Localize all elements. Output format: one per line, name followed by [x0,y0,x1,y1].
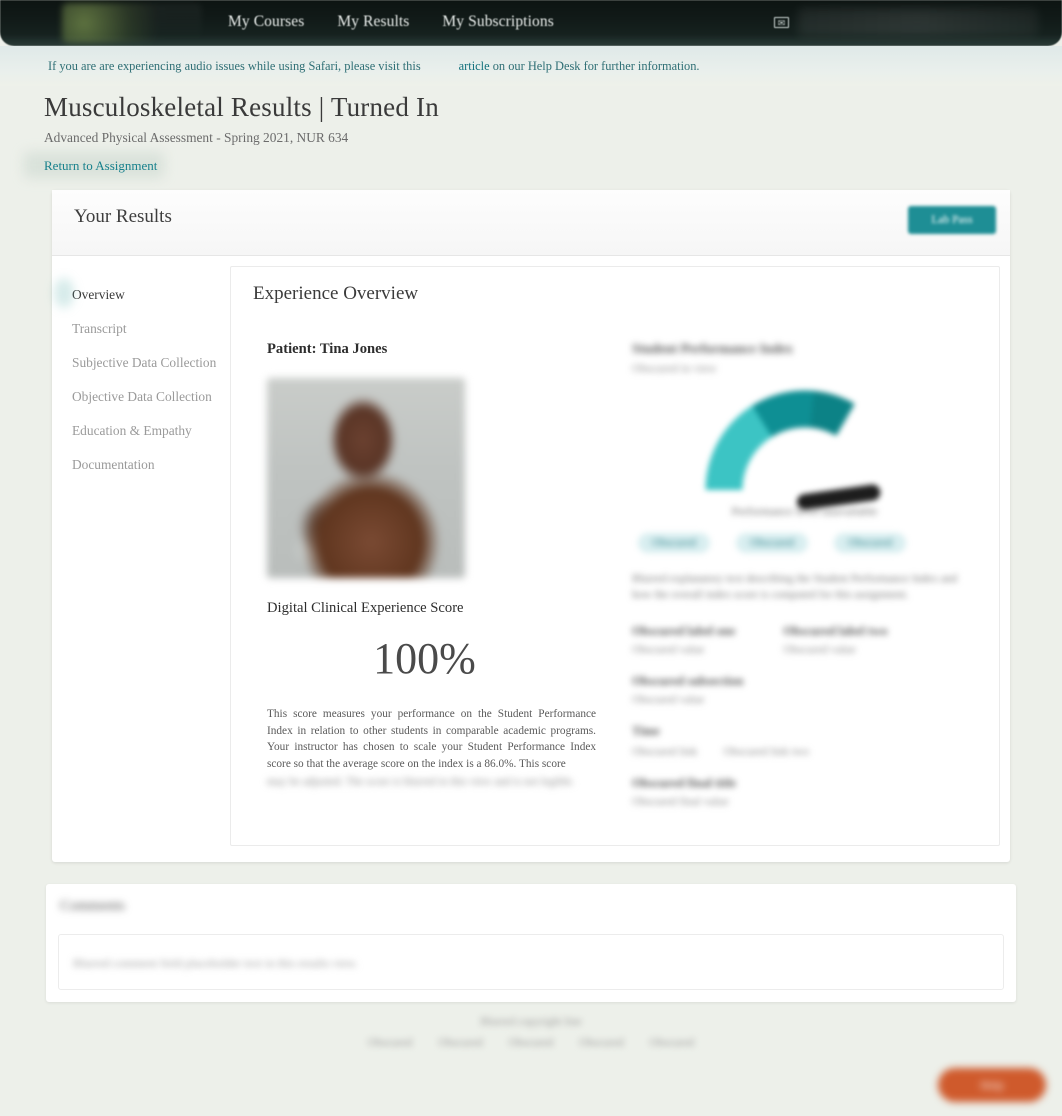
spi-time-link[interactable]: Obscured link two [723,745,809,758]
footer-copyright: Blurred copyright line [480,1016,582,1028]
sidebar-item-education-empathy[interactable]: Education & Empathy [52,414,222,448]
envelope-icon[interactable]: ✉ [774,17,789,28]
results-card: Your Results Lab Pass Overview Transcrip… [52,190,1010,862]
top-navigation-bar: My Courses My Results My Subscriptions ✉ [0,0,1062,46]
dce-score-description-obscured: may be adjusted. The score is blurred in… [267,776,575,789]
nav-link-my-subscriptions[interactable]: My Subscriptions [442,13,553,31]
notice-text-after: on our Help Desk for further information… [492,58,700,73]
account-menu[interactable] [798,8,1038,36]
return-to-assignment-wrap: Return to Assignment [24,152,164,178]
sidebar-item-objective-data-collection[interactable]: Objective Data Collection [52,380,222,414]
results-sidebar: Overview Transcript Subjective Data Coll… [52,256,222,482]
return-to-assignment-link[interactable]: Return to Assignment [44,158,157,173]
spi-subsection-value: Obscured value [632,692,705,706]
page-subtitle: Advanced Physical Assessment - Spring 20… [44,130,349,145]
footer-link[interactable]: Obscured [438,1036,482,1049]
spi-title: Student Performance Index [632,341,793,356]
spi-time-section: Time [632,724,977,739]
footer-link[interactable]: Obscured [579,1036,623,1049]
sidebar-item-documentation[interactable]: Documentation [52,448,222,482]
primary-nav-links: My Courses My Results My Subscriptions [228,13,554,31]
footer-link[interactable]: Obscured [368,1036,412,1049]
page-heading-block: Musculoskeletal Results | Turned In Adva… [24,92,744,178]
page-footer: Blurred copyright line Obscured Obscured… [0,1016,1062,1049]
footer-link[interactable]: Obscured [650,1036,694,1049]
spi-pill[interactable]: Obscured [736,533,809,553]
shadow-health-logo-icon[interactable] [62,3,202,43]
spi-final-title: Obscured final title [632,775,737,790]
spi-pill[interactable]: Obscured [834,533,907,553]
experience-overview-title: Experience Overview [253,283,419,304]
comments-placeholder: Blurred comment field placeholder text i… [73,956,358,970]
spi-description: Blurred explanatory text describing the … [632,573,958,602]
gauge-caption: Performance level unavailable [731,504,878,518]
lab-pass-button[interactable]: Lab Pass [908,206,996,234]
sidebar-item-subjective-data-collection[interactable]: Subjective Data Collection [52,346,222,380]
spi-stat-row: Obscured label one Obscured value Obscur… [632,624,977,656]
sidebar-item-label: Documentation [72,457,155,472]
dce-score-description: This score measures your performance on … [267,708,597,770]
overview-right-column: Student Performance Index Obscured in vi… [624,325,999,808]
spi-pill-row: Obscured Obscured Obscured [632,533,977,553]
spi-time-title: Time [632,723,660,738]
comments-title: Comments [60,898,126,914]
sidebar-item-label: Overview [72,287,125,302]
sidebar-item-label: Transcript [72,321,127,336]
dce-score-value: 100% [373,634,476,683]
spi-final-section: Obscured final title Obscured final valu… [632,776,977,808]
footer-link[interactable]: Obscured [509,1036,553,1049]
spi-subsection: Obscured subsection Obscured value [632,674,977,706]
spi-gauge [704,390,905,590]
dce-score-label: Digital Clinical Experience Score [267,600,464,616]
spi-stat-title: Obscured label one [632,623,736,638]
sidebar-item-label: Subjective Data Collection [72,355,217,370]
spi-pill[interactable]: Obscured [638,533,711,553]
audio-issue-notice-banner: If you are are experiencing audio issues… [0,46,1062,86]
comments-card: Comments Blurred comment field placehold… [46,884,1016,1002]
spi-time-links: Obscured link Obscured link two [632,745,977,758]
spi-stat-value: Obscured value [783,642,856,656]
spi-time-link[interactable]: Obscured link [632,745,697,758]
sidebar-item-label: Objective Data Collection [72,389,212,404]
spi-stat-title: Obscured label two [783,623,888,638]
nav-link-my-courses[interactable]: My Courses [228,13,304,31]
sidebar-item-transcript[interactable]: Transcript [52,312,222,346]
notice-text-before: If you are are experiencing audio issues… [48,58,421,73]
nav-link-my-results[interactable]: My Results [337,13,409,31]
sidebar-item-overview[interactable]: Overview [52,278,222,312]
spi-subtitle: Obscured in view [632,361,717,375]
spi-subsection-title: Obscured subsection [632,673,744,688]
page-title: Musculoskeletal Results | Turned In [44,92,439,122]
results-card-header: Your Results Lab Pass [52,190,1010,256]
patient-name-label: Patient: Tina Jones [267,341,388,357]
overview-columns: Patient: Tina Jones Digital Clinical Exp… [231,325,999,808]
spi-stat-item: Obscured label two Obscured value [783,624,887,656]
results-header-title: Your Results [74,206,172,227]
sidebar-item-label: Education & Empathy [72,423,192,438]
help-chat-button[interactable]: Help [938,1068,1046,1102]
patient-avatar [267,378,465,578]
footer-links: Obscured Obscured Obscured Obscured Obsc… [0,1036,1062,1049]
overview-left-column: Patient: Tina Jones Digital Clinical Exp… [231,325,624,808]
comments-input[interactable]: Blurred comment field placeholder text i… [58,934,1004,990]
spi-stat-item: Obscured label one Obscured value [632,624,735,656]
spi-final-value: Obscured final value [632,794,729,808]
experience-overview-panel: Experience Overview Patient: Tina Jones … [230,266,1000,846]
notice-article-link[interactable]: article [459,59,490,74]
spi-stat-value: Obscured value [632,642,705,656]
